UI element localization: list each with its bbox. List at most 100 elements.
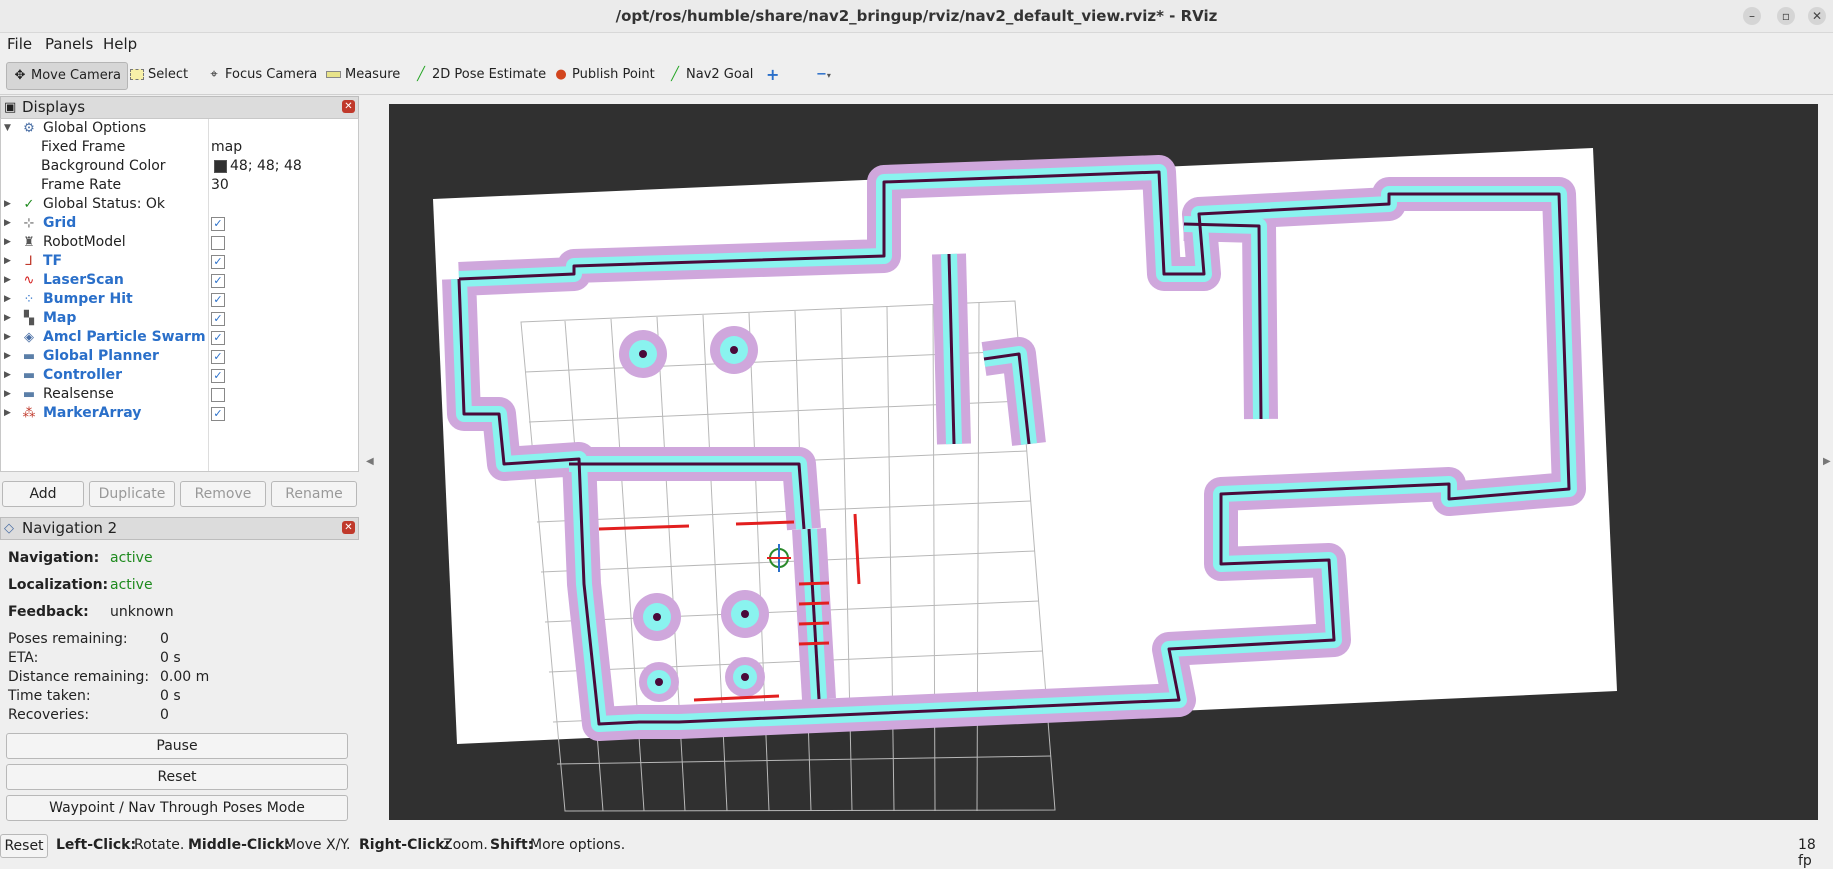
grid-icon: ⊹ xyxy=(23,216,35,231)
duplicate-display-button[interactable]: Duplicate xyxy=(89,481,175,507)
frame-rate-value[interactable]: 30 xyxy=(211,176,229,195)
global-planner-checkbox[interactable]: ✓ xyxy=(211,350,225,364)
marker-array-icon: ⁂ xyxy=(22,406,36,421)
hint-right-click-desc: Zoom. xyxy=(443,837,488,853)
menu-file[interactable]: File xyxy=(7,35,32,53)
expand-arrow-icon[interactable]: ▼ xyxy=(4,119,11,138)
amcl-particle-swarm-checkbox[interactable]: ✓ xyxy=(211,331,225,345)
render-viewport[interactable] xyxy=(389,104,1818,820)
focus-camera-tool[interactable]: ⌖ Focus Camera xyxy=(201,62,323,88)
close-displays-icon[interactable]: ✕ xyxy=(342,100,355,113)
tree-row-bumper-hit[interactable]: ▶ ⁘ Bumper Hit ✓ xyxy=(1,290,358,309)
expand-arrow-icon[interactable]: ▶ xyxy=(4,252,11,271)
map-checkbox[interactable]: ✓ xyxy=(211,312,225,326)
distance-remaining-value: 0.00 m xyxy=(160,669,210,685)
pose-estimate-icon: ╱ xyxy=(417,67,425,82)
navigation-status-label: Navigation: xyxy=(8,550,100,566)
tree-row-laserscan[interactable]: ▶ ∿ LaserScan ✓ xyxy=(1,271,358,290)
nav2-goal-tool[interactable]: ╱ Nav2 Goal xyxy=(662,62,759,88)
minimize-button[interactable]: – xyxy=(1743,7,1761,25)
display-label-amcl-particle-swarm: Amcl Particle Swarm xyxy=(43,329,206,345)
laserscan-checkbox[interactable]: ✓ xyxy=(211,274,225,288)
publish-point-tool[interactable]: ● Publish Point xyxy=(548,62,661,88)
menu-help[interactable]: Help xyxy=(103,35,137,53)
expand-arrow-icon[interactable]: ▶ xyxy=(4,366,11,385)
tree-row-global-options[interactable]: ▼ ⚙ Global Options xyxy=(1,119,358,138)
eta-label: ETA: xyxy=(8,650,39,666)
map-icon: ▚ xyxy=(24,311,34,326)
display-label-global-planner: Global Planner xyxy=(43,348,159,364)
expand-arrow-icon[interactable]: ▶ xyxy=(4,214,11,233)
close-navigation-icon[interactable]: ✕ xyxy=(342,521,355,534)
monitor-icon: ▣ xyxy=(4,100,17,115)
tree-row-controller[interactable]: ▶ ▬ Controller ✓ xyxy=(1,366,358,385)
tree-row-map[interactable]: ▶ ▚ Map ✓ xyxy=(1,309,358,328)
hint-right-click: Right-Click: xyxy=(359,837,451,853)
remove-display-button[interactable]: Remove xyxy=(180,481,266,507)
bumper-hit-checkbox[interactable]: ✓ xyxy=(211,293,225,307)
background-color-swatch[interactable] xyxy=(214,160,227,173)
grid-checkbox[interactable]: ✓ xyxy=(211,217,225,231)
tree-row-frame-rate[interactable]: Frame Rate 30 xyxy=(1,176,358,195)
fps-readout: 18 fp xyxy=(1798,837,1816,869)
controller-checkbox[interactable]: ✓ xyxy=(211,369,225,383)
background-color-value[interactable]: 48; 48; 48 xyxy=(230,157,302,176)
tree-row-markerarray[interactable]: ▶ ⁂ MarkerArray ✓ xyxy=(1,404,358,423)
hint-shift: Shift: xyxy=(490,837,534,853)
tree-row-tf[interactable]: ▶ ⅃ TF ✓ xyxy=(1,252,358,271)
hint-shift-desc: More options. xyxy=(530,837,626,853)
add-display-button[interactable]: Add xyxy=(2,481,84,507)
expand-arrow-icon[interactable]: ▶ xyxy=(4,195,11,214)
fixed-frame-value[interactable]: map xyxy=(211,138,242,157)
expand-arrow-icon[interactable]: ▶ xyxy=(4,404,11,423)
tree-row-realsense[interactable]: ▶ ▬ Realsense xyxy=(1,385,358,404)
realsense-checkbox[interactable] xyxy=(211,388,225,402)
tree-row-global-planner[interactable]: ▶ ▬ Global Planner ✓ xyxy=(1,347,358,366)
map-plane xyxy=(433,148,1617,744)
expand-arrow-icon[interactable]: ▶ xyxy=(4,385,11,404)
rename-display-button[interactable]: Rename xyxy=(271,481,357,507)
displays-panel-header: ▣ Displays ✕ xyxy=(0,96,359,119)
expand-arrow-icon[interactable]: ▶ xyxy=(4,233,11,252)
add-tool-button[interactable]: + xyxy=(760,62,785,88)
tree-row-amcl-particle-swarm[interactable]: ▶ ◈ Amcl Particle Swarm ✓ xyxy=(1,328,358,347)
right-splitter-handle[interactable]: ▶ xyxy=(1823,456,1831,467)
waypoint-mode-button[interactable]: Waypoint / Nav Through Poses Mode xyxy=(6,795,348,821)
display-label-map: Map xyxy=(43,310,77,326)
tf-checkbox[interactable]: ✓ xyxy=(211,255,225,269)
focus-camera-icon: ⌖ xyxy=(210,67,218,82)
menu-panels[interactable]: Panels xyxy=(45,35,93,53)
expand-arrow-icon[interactable]: ▶ xyxy=(4,328,11,347)
markerarray-checkbox[interactable]: ✓ xyxy=(211,407,225,421)
expand-arrow-icon[interactable]: ▶ xyxy=(4,271,11,290)
expand-arrow-icon[interactable]: ▶ xyxy=(4,309,11,328)
poses-remaining-label: Poses remaining: xyxy=(8,631,128,647)
navigation-status-value: active xyxy=(110,550,153,566)
tree-row-global-status[interactable]: ▶ ✓ Global Status: Ok xyxy=(1,195,358,214)
tree-row-robotmodel[interactable]: ▶ ♜ RobotModel xyxy=(1,233,358,252)
robot-icon: ♜ xyxy=(23,235,35,250)
remove-tool-button[interactable]: −▾ xyxy=(810,62,837,88)
left-splitter-handle[interactable]: ◀ xyxy=(366,456,374,467)
display-label-realsense: Realsense xyxy=(43,386,114,402)
reset-view-button[interactable]: Reset xyxy=(0,834,48,858)
robotmodel-checkbox[interactable] xyxy=(211,236,225,250)
tree-row-background-color[interactable]: Background Color 48; 48; 48 xyxy=(1,157,358,176)
close-window-button[interactable]: ✕ xyxy=(1808,7,1826,25)
tree-row-grid[interactable]: ▶ ⊹ Grid ✓ xyxy=(1,214,358,233)
reset-navigation-button[interactable]: Reset xyxy=(6,764,348,790)
pause-button[interactable]: Pause xyxy=(6,733,348,759)
expand-arrow-icon[interactable]: ▶ xyxy=(4,290,11,309)
expand-arrow-icon[interactable]: ▶ xyxy=(4,347,11,366)
nav2-goal-icon: ╱ xyxy=(671,67,679,82)
navigation-panel-header: ◇ Navigation 2 ✕ xyxy=(0,517,359,540)
maximize-button[interactable]: ▫ xyxy=(1777,7,1795,25)
localization-status-value: active xyxy=(110,577,153,593)
folder-icon: ▬ xyxy=(22,349,36,364)
select-tool[interactable]: Select xyxy=(124,62,194,88)
move-camera-tool[interactable]: ✥ Move Camera xyxy=(6,62,129,90)
diamond-icon: ◇ xyxy=(4,521,14,536)
tree-row-fixed-frame[interactable]: Fixed Frame map xyxy=(1,138,358,157)
measure-tool[interactable]: Measure xyxy=(320,62,406,88)
pose-estimate-tool[interactable]: ╱ 2D Pose Estimate xyxy=(408,62,552,88)
